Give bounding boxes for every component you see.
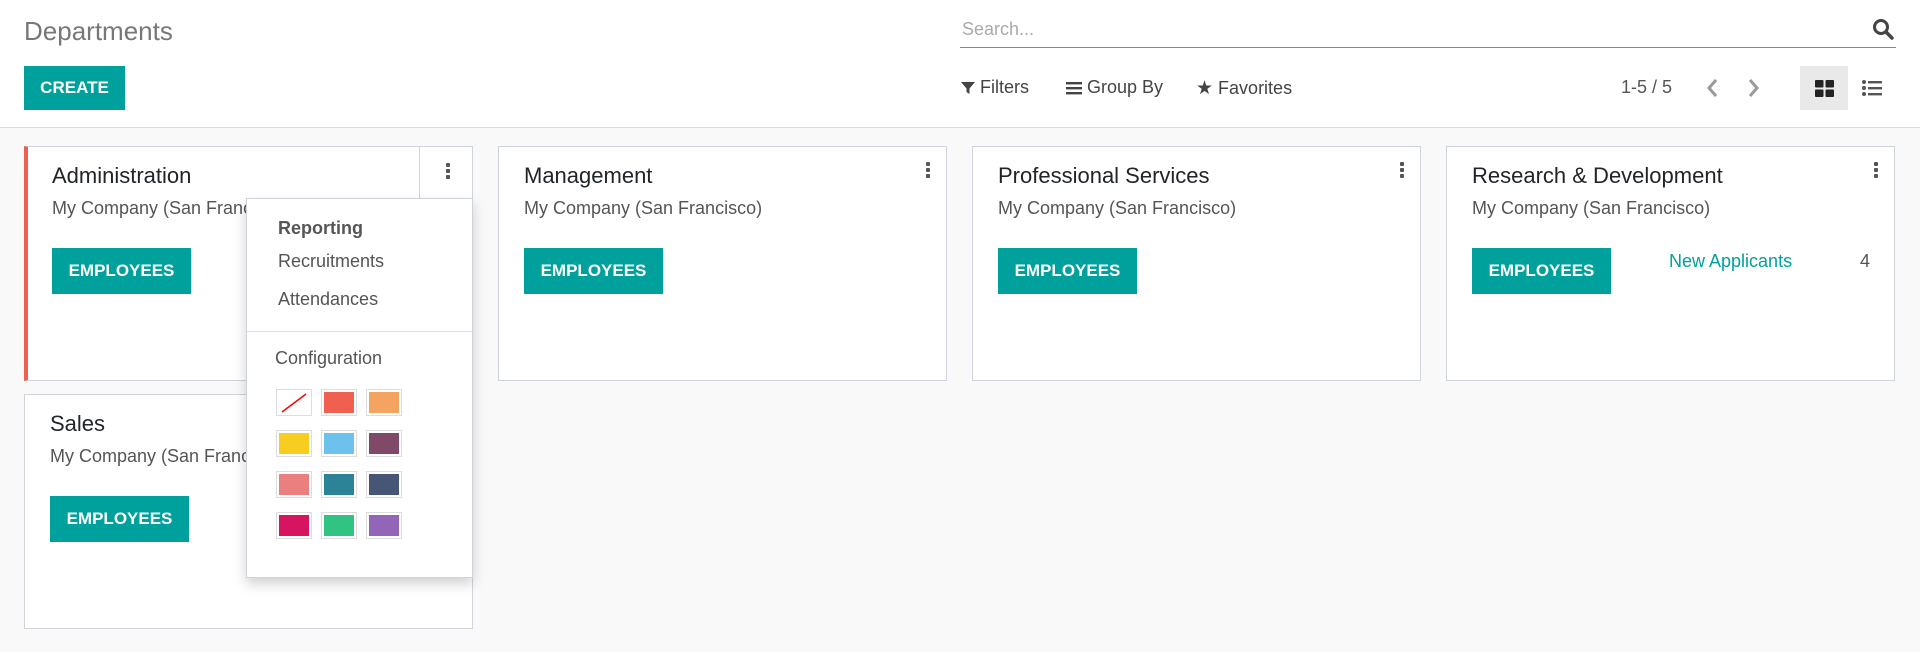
department-name: Professional Services [998,163,1210,188]
filters-label: Filters [980,77,1029,97]
list-view-button[interactable] [1848,66,1896,110]
color-swatch[interactable] [321,471,357,498]
employees-button[interactable]: EMPLOYEES [50,496,189,542]
divider [247,331,472,332]
menu-item-configuration[interactable]: Configuration [275,348,382,369]
color-swatch-none[interactable] [276,389,312,416]
company-name: My Company (San Francisco) [1472,198,1711,218]
color-swatch[interactable] [321,512,357,539]
department-card[interactable]: Management My Company (San Francisco) EM… [498,146,947,381]
kebab-icon[interactable] [1872,161,1880,183]
kanban-view-button[interactable] [1800,66,1848,110]
menu-item-recruitments[interactable]: Recruitments [278,251,384,272]
department-card[interactable]: Research & Development My Company (San F… [1446,146,1895,381]
create-button[interactable]: CREATE [24,66,125,110]
list-icon [1862,80,1882,96]
page-title: Departments [24,16,173,46]
menu-item-attendances[interactable]: Attendances [278,289,378,310]
card-dropdown-menu: Reporting Recruitments Attendances Confi… [246,198,473,578]
pager-value[interactable]: 1-5 / 5 [1621,77,1672,98]
group-by-button[interactable]: Group By [1066,77,1163,98]
grid-icon [1814,79,1834,97]
new-applicants-link[interactable]: New Applicants [1669,251,1792,272]
reporting-header: Reporting [278,218,363,238]
kebab-icon[interactable] [924,161,932,183]
color-swatch[interactable] [276,471,312,498]
company-name: My Company (San Francisco) [524,198,763,218]
color-swatch[interactable] [276,430,312,457]
color-swatch[interactable] [366,512,402,539]
favorites-button[interactable]: ★ Favorites [1196,77,1292,100]
color-swatch[interactable] [321,430,357,457]
kebab-icon[interactable] [1398,161,1406,183]
color-swatch[interactable] [321,389,357,416]
color-swatch[interactable] [276,512,312,539]
bars-icon [1066,81,1082,94]
department-name: Administration [52,163,192,188]
employees-button[interactable]: EMPLOYEES [998,248,1137,294]
company-name: My Company (San Francisco) [998,198,1237,218]
new-applicants-count: 4 [1859,251,1870,271]
color-swatch[interactable] [366,389,402,416]
control-panel: Departments CREATE Search... Filters Gro… [0,0,1920,128]
department-name: Management [524,163,653,188]
employees-button[interactable]: EMPLOYEES [52,248,191,294]
chevron-left-icon[interactable] [1705,78,1719,98]
color-swatch[interactable] [366,471,402,498]
search-input[interactable]: Search... [960,14,1896,48]
color-swatch[interactable] [366,430,402,457]
department-card[interactable]: Professional Services My Company (San Fr… [972,146,1421,381]
search-placeholder: Search... [962,19,1035,39]
filter-icon [961,81,975,94]
search-icon[interactable] [1872,18,1894,40]
favorites-label: Favorites [1218,78,1293,98]
employees-button[interactable]: EMPLOYEES [1472,248,1611,294]
dropdown-toggle[interactable] [419,146,473,199]
group-by-label: Group By [1087,77,1164,97]
kebab-icon [444,162,452,184]
star-icon: ★ [1196,78,1214,99]
chevron-right-icon[interactable] [1747,78,1761,98]
department-name: Research & Development [1472,163,1723,188]
filters-button[interactable]: Filters [961,77,1029,98]
employees-button[interactable]: EMPLOYEES [524,248,663,294]
department-name: Sales [50,411,106,436]
